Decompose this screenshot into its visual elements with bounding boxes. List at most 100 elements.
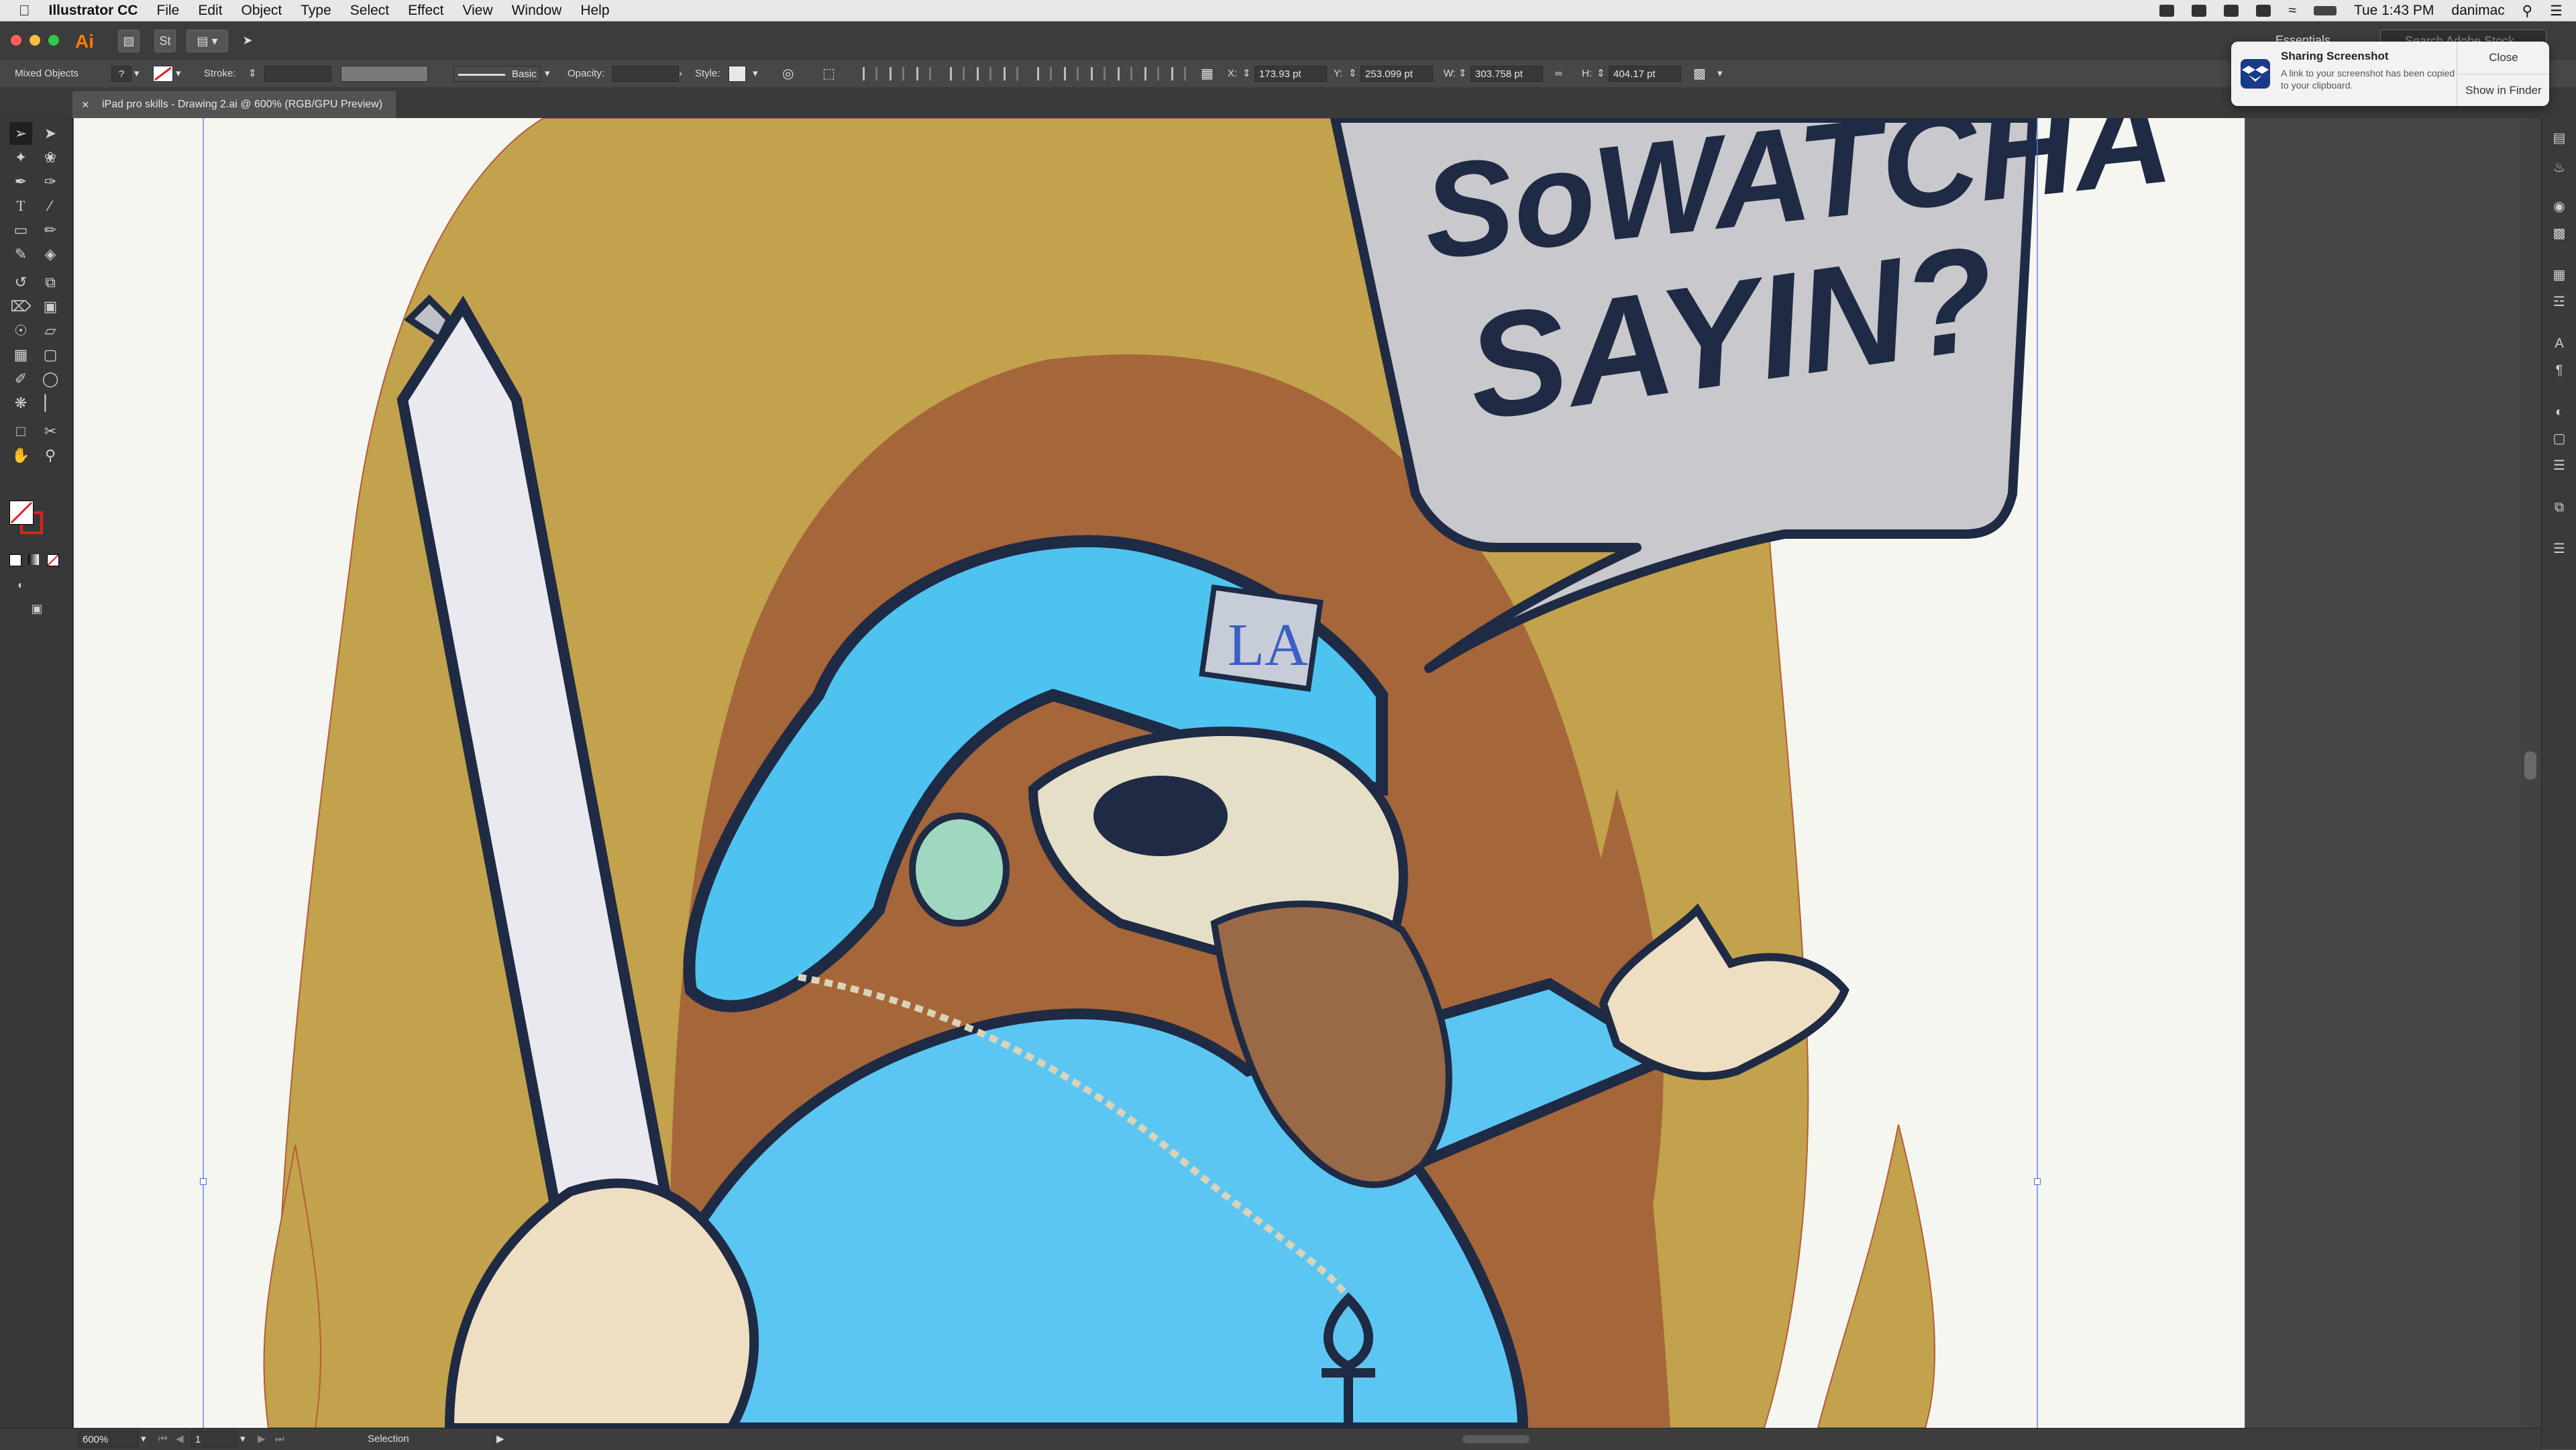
color-mode-button[interactable]	[9, 554, 21, 566]
line-segment-tool[interactable]: ∕	[39, 195, 62, 217]
distribute-top-icon[interactable]	[1037, 67, 1052, 81]
menu-type[interactable]: Type	[291, 0, 341, 21]
battery-icon[interactable]	[2313, 6, 2337, 15]
distribute-horizontal-center-icon[interactable]	[1144, 67, 1159, 81]
close-window-button[interactable]	[11, 35, 21, 46]
distribute-bottom-icon[interactable]	[1091, 67, 1106, 81]
arrange-documents-icon[interactable]: ▤ ▾	[186, 30, 228, 52]
selection-tool[interactable]: ➢	[9, 122, 32, 145]
notification-close-button[interactable]: Close	[2457, 42, 2549, 73]
layers-panel-icon[interactable]: ☰	[2551, 541, 2567, 557]
stroke-dropdown-icon[interactable]: ▾	[176, 60, 181, 87]
stroke-weight-field[interactable]	[264, 66, 331, 82]
control-menu-icon[interactable]: ▾	[1717, 60, 1723, 87]
column-graph-tool[interactable]: ▏	[39, 392, 62, 415]
transform-options-icon[interactable]: ▩	[1693, 60, 1706, 87]
change-screen-mode[interactable]: ▣	[25, 597, 48, 620]
show-in-finder-button[interactable]: Show in Finder	[2457, 74, 2549, 106]
brush-definition[interactable]: Basic	[453, 66, 541, 82]
opacity-arrow-icon[interactable]: ›	[679, 60, 682, 87]
gpu-performance-icon[interactable]: ➤	[237, 30, 258, 51]
gradient-mode-button[interactable]	[28, 554, 39, 565]
left-middle-handle[interactable]	[200, 1178, 207, 1185]
next-artboard-icon[interactable]: ▶	[258, 1429, 266, 1450]
pen-tool[interactable]: ✒	[9, 170, 32, 193]
blend-tool[interactable]: ◯	[39, 368, 62, 391]
last-artboard-icon[interactable]: ⏭	[275, 1429, 284, 1450]
opacity-label[interactable]: Opacity:	[568, 60, 604, 87]
w-stepper[interactable]: ⇕	[1458, 60, 1467, 87]
color-guide-panel-icon[interactable]: ▩	[2551, 225, 2567, 242]
graphic-style-swatch[interactable]	[729, 66, 746, 82]
h-stepper[interactable]: ⇕	[1597, 60, 1605, 87]
opacity-field[interactable]	[612, 66, 679, 82]
align-horizontal-center-icon[interactable]	[890, 67, 904, 81]
curvature-tool[interactable]: ✑	[39, 170, 62, 193]
fill-color-box[interactable]	[9, 501, 34, 525]
draw-normal-mode[interactable]: ◐	[9, 574, 32, 597]
shaper-tool[interactable]: ✎	[9, 243, 32, 266]
document-tab[interactable]: × iPad pro skills - Drawing 2.ai @ 600% …	[72, 91, 396, 118]
mesh-tool[interactable]: ▦	[9, 344, 32, 366]
menu-view[interactable]: View	[453, 0, 502, 21]
align-panel-icon[interactable]: ☲	[2551, 294, 2567, 310]
zoom-tool[interactable]: ⚲	[39, 444, 62, 467]
scale-tool[interactable]: ⧉	[39, 271, 62, 294]
w-field[interactable]: 303.758 pt	[1470, 66, 1543, 82]
gradient-panel-icon[interactable]: ▢	[2551, 431, 2567, 447]
horizontal-scroll-thumb[interactable]	[1462, 1435, 1529, 1443]
zoom-dropdown-icon[interactable]: ▾	[141, 1429, 146, 1450]
zoom-level-field[interactable]: 600%	[78, 1431, 138, 1447]
lasso-tool[interactable]: ❀	[39, 146, 62, 169]
artboard-canvas[interactable]: SoWATCHA SAYIN? LA	[74, 118, 2245, 1428]
style-dropdown-icon[interactable]: ▾	[753, 60, 758, 87]
slice-tool[interactable]: ✂	[39, 420, 62, 443]
align-vertical-center-icon[interactable]	[977, 67, 991, 81]
properties-panel-icon[interactable]: ▤	[2551, 130, 2567, 146]
distribute-left-icon[interactable]	[1118, 67, 1132, 81]
stock-icon[interactable]: St	[154, 30, 176, 52]
free-transform-tool[interactable]: ▣	[39, 295, 62, 318]
right-middle-handle[interactable]	[2034, 1178, 2041, 1185]
menu-file[interactable]: File	[148, 0, 189, 21]
align-top-icon[interactable]	[950, 67, 965, 81]
menu-effect[interactable]: Effect	[398, 0, 453, 21]
eyedropper-tool[interactable]: ✐	[9, 368, 32, 391]
width-tool[interactable]: ⌦	[9, 295, 32, 318]
clock[interactable]: Tue 1:43 PM	[2354, 3, 2434, 19]
fill-swatch[interactable]: ?	[111, 66, 131, 82]
direct-selection-tool[interactable]: ➤	[39, 122, 62, 145]
symbol-sprayer-tool[interactable]: ❋	[9, 392, 32, 415]
notification-center-icon[interactable]: ☰	[2550, 3, 2563, 19]
type-tool[interactable]: T	[9, 195, 32, 217]
libraries-panel-icon[interactable]: ♨	[2551, 160, 2567, 176]
brush-dropdown-icon[interactable]: ▾	[545, 60, 550, 87]
rectangle-tool[interactable]: ▭	[9, 219, 32, 242]
shape-builder-tool[interactable]: ☉	[9, 319, 32, 342]
swatches-panel-icon[interactable]: ▦	[2551, 267, 2567, 283]
transform-reference-point-icon[interactable]: ▦	[1201, 60, 1214, 87]
align-bottom-icon[interactable]	[1004, 67, 1018, 81]
sharing-screenshot-notification[interactable]: Sharing Screenshot A link to your screen…	[2231, 42, 2549, 106]
previous-artboard-icon[interactable]: ◀	[176, 1429, 184, 1450]
fill-dropdown-icon[interactable]: ▾	[134, 60, 140, 87]
color-panel-icon[interactable]: ◉	[2551, 199, 2567, 215]
artboard-tool[interactable]: □	[9, 420, 32, 443]
gradient-tool[interactable]: ▢	[39, 344, 62, 366]
eraser-tool[interactable]: ◈	[39, 243, 62, 266]
dropbox-status-icon[interactable]	[2192, 5, 2207, 17]
none-mode-button[interactable]	[47, 554, 59, 566]
apple-menu-icon[interactable]: 	[0, 0, 40, 21]
menu-select[interactable]: Select	[341, 0, 398, 21]
constrain-proportions-link-icon[interactable]: ∞	[1555, 60, 1562, 87]
character-panel-icon[interactable]: A	[2551, 335, 2567, 352]
align-to-selection-icon[interactable]: ⬚	[822, 60, 835, 87]
status-menu-arrow-icon[interactable]: ▶	[496, 1429, 504, 1450]
align-right-icon[interactable]	[916, 67, 931, 81]
messages-status-icon[interactable]	[2159, 5, 2175, 17]
x-stepper[interactable]: ⇕	[1242, 60, 1251, 87]
creative-cloud-status-icon[interactable]	[2224, 5, 2239, 17]
pathfinder-panel-icon[interactable]: ⧉	[2551, 499, 2567, 515]
first-artboard-icon[interactable]: ⏮	[158, 1429, 168, 1450]
paragraph-panel-icon[interactable]: ¶	[2551, 362, 2567, 378]
